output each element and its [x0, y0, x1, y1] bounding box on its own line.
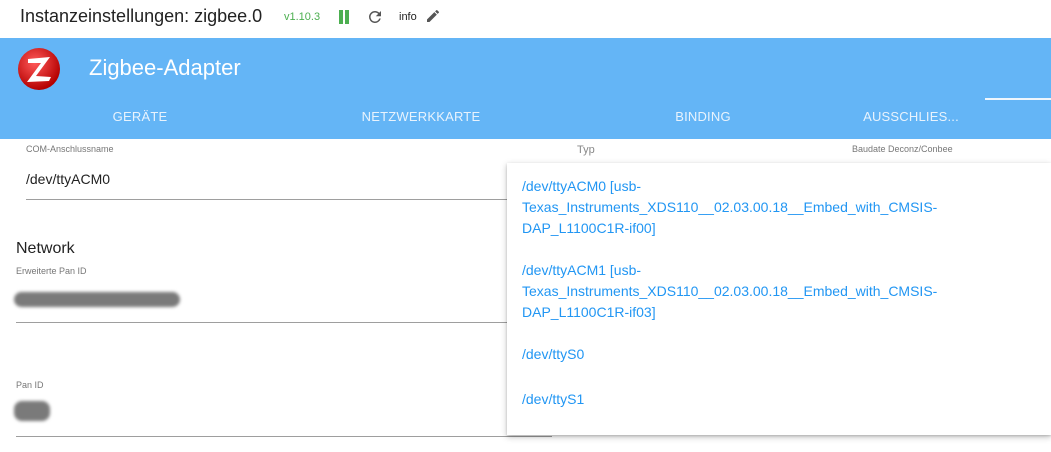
pan-id-redacted[interactable] — [14, 401, 50, 421]
pan-id-underline — [16, 436, 552, 437]
dropdown-option-ttys1[interactable]: /dev/ttyS1 — [522, 389, 992, 410]
com-port-dropdown: /dev/ttyACM0 [usb- Texas_Instruments_XDS… — [507, 163, 1051, 435]
option-line: /dev/ttyACM1 [usb- — [522, 262, 642, 278]
zigbee-logo-icon — [18, 48, 60, 90]
edit-icon[interactable] — [425, 8, 441, 24]
option-line: /dev/ttyS1 — [522, 391, 585, 407]
reload-icon[interactable] — [366, 8, 384, 26]
option-line: /dev/ttyS0 — [522, 346, 585, 362]
adapter-title: Zigbee-Adapter — [89, 55, 241, 80]
pause-icon[interactable] — [338, 10, 350, 24]
com-port-input[interactable]: /dev/ttyACM0 — [26, 171, 110, 187]
adapter-header: Zigbee-Adapter GERÄTE NETZWERKKARTE BIND… — [0, 38, 1051, 139]
dropdown-option-ttyacm0[interactable]: /dev/ttyACM0 [usb- Texas_Instruments_XDS… — [522, 176, 992, 239]
tab-binding[interactable]: BINDING — [603, 99, 803, 139]
option-line: Texas_Instruments_XDS110__02.03.00.18__E… — [522, 283, 938, 299]
dropdown-option-ttys0[interactable]: /dev/ttyS0 — [522, 344, 992, 365]
network-section-title: Network — [16, 240, 75, 257]
info-label[interactable]: info — [399, 11, 417, 23]
option-line: Texas_Instruments_XDS110__02.03.00.18__E… — [522, 199, 938, 215]
pan-id-label: Pan ID — [16, 380, 44, 390]
tab-exclude[interactable]: AUSSCHLIES... — [811, 99, 1011, 139]
option-line: DAP_L1100C1R-if03] — [522, 304, 656, 320]
option-line: DAP_L1100C1R-if00] — [522, 220, 656, 236]
version-badge: v1.10.3 — [284, 11, 321, 23]
tab-bar: GERÄTE NETZWERKKARTE BINDING AUSSCHLIES.… — [0, 99, 1051, 139]
com-port-label: COM-Anschlussname — [26, 144, 114, 154]
dropdown-option-ttyacm1[interactable]: /dev/ttyACM1 [usb- Texas_Instruments_XDS… — [522, 260, 992, 323]
type-label: Typ — [577, 144, 595, 156]
extended-pan-id-redacted[interactable] — [14, 292, 180, 307]
com-port-underline — [26, 199, 552, 200]
tab-network-map[interactable]: NETZWERKKARTE — [321, 99, 521, 139]
extended-pan-id-label: Erweiterte Pan ID — [16, 266, 87, 276]
settings-titlebar: Instanzeinstellungen: zigbee.0 v1.10.3 i… — [0, 0, 1051, 38]
extended-pan-id-underline — [16, 322, 552, 323]
tab-indicator — [985, 98, 1051, 100]
tab-devices[interactable]: GERÄTE — [40, 99, 240, 139]
option-line: /dev/ttyACM0 [usb- — [522, 178, 642, 194]
baud-label: Baudate Deconz/Conbee — [852, 144, 953, 154]
page-title: Instanzeinstellungen: zigbee.0 — [20, 6, 263, 26]
